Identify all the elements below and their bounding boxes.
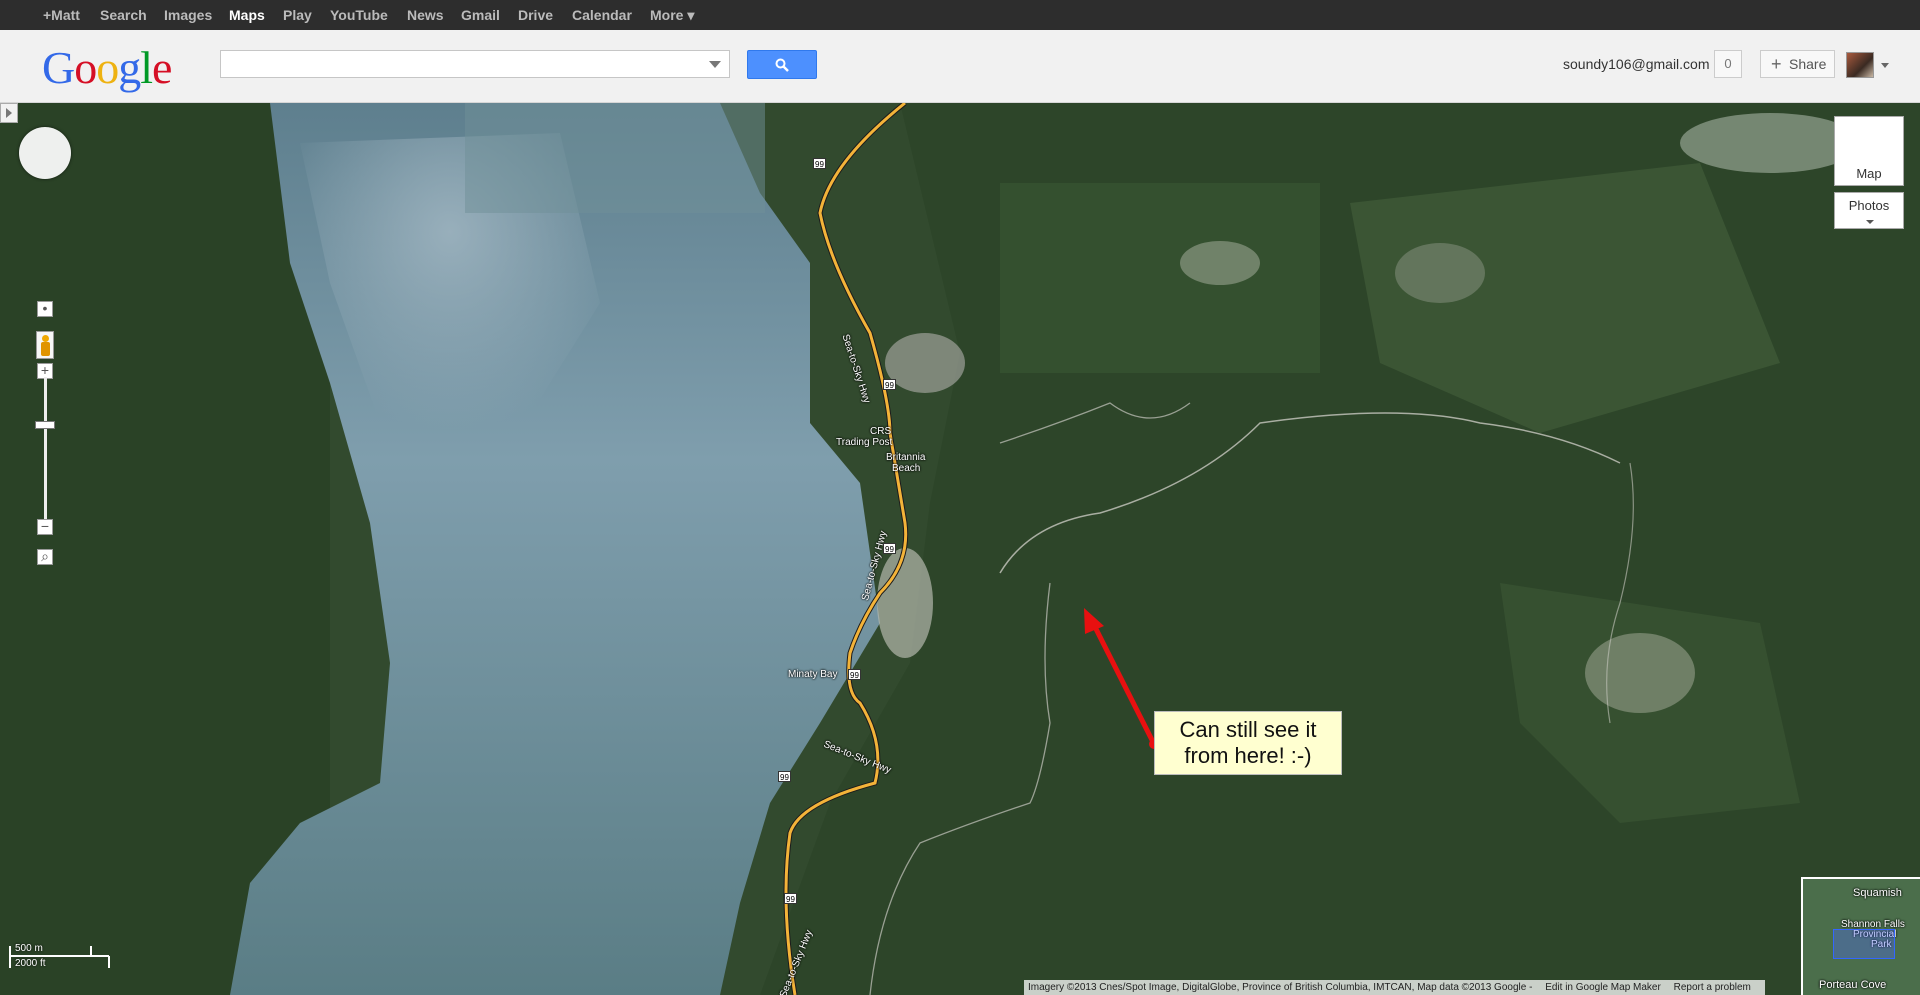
scale-bar: 500 m 2000 ft (9, 941, 110, 971)
search-input[interactable] (221, 51, 713, 77)
gbar-more[interactable]: More ▾ (650, 7, 694, 24)
gbar-plus-matt[interactable]: +Matt (43, 7, 80, 23)
share-label: Share (1789, 56, 1827, 72)
pan-control[interactable] (19, 127, 71, 179)
scale-metric: 500 m (15, 943, 43, 954)
zoom-out-button[interactable]: − (37, 519, 53, 535)
place-label-crs[interactable]: CRS (870, 426, 891, 437)
avatar-dropdown-icon[interactable] (1881, 63, 1889, 68)
place-label-minaty-bay[interactable]: Minaty Bay (788, 669, 837, 680)
overview-viewport[interactable] (1833, 929, 1895, 959)
gbar-search[interactable]: Search (100, 7, 147, 23)
maptype-photos-label: Photos (1848, 198, 1890, 213)
notification-count[interactable]: 0 (1714, 50, 1742, 78)
edit-map-maker-link[interactable]: Edit in Google Map Maker (1545, 982, 1661, 993)
highway-shield: 99 (784, 893, 797, 904)
map-footer: Imagery ©2013 Cnes/Spot Image, DigitalGl… (1024, 980, 1765, 995)
report-problem-link[interactable]: Report a problem (1674, 982, 1751, 993)
maptype-map-button[interactable]: Map (1834, 116, 1904, 186)
chevron-down-icon (1866, 220, 1874, 224)
gbar-images[interactable]: Images (164, 7, 212, 23)
scale-imperial: 2000 ft (15, 958, 46, 969)
map-canvas[interactable]: • + − ⌕ Map Photos CRS Trading Post Brit… (0, 103, 1920, 995)
attribution-text: Imagery ©2013 Cnes/Spot Image, DigitalGl… (1028, 982, 1533, 993)
overview-label-squamish: Squamish (1853, 887, 1902, 899)
zoom-slider-track[interactable] (44, 377, 47, 527)
gbar-drive[interactable]: Drive (518, 7, 553, 23)
annotation-line-1: Can still see it (1179, 717, 1317, 742)
highway-shield: 99 (883, 379, 896, 390)
gbar-maps[interactable]: Maps (229, 7, 265, 23)
search-icon (775, 58, 789, 72)
zoom-magnifier-icon[interactable]: ⌕ (37, 549, 53, 565)
google-logo[interactable]: Google (42, 43, 172, 93)
zoom-reset-icon[interactable]: • (37, 301, 53, 317)
avatar[interactable] (1846, 52, 1874, 78)
place-label-beach[interactable]: Beach (892, 463, 920, 474)
gbar-news[interactable]: News (407, 7, 444, 23)
search-button[interactable] (747, 50, 817, 79)
search-box[interactable] (220, 50, 730, 78)
highway-shield: 99 (778, 771, 791, 782)
annotation-callout: Can still see it from here! :-) (1154, 711, 1342, 775)
header: Google soundy106@gmail.com 0 + Share (0, 30, 1920, 103)
place-label-trading-post[interactable]: Trading Post (836, 437, 892, 448)
maptype-photos-button[interactable]: Photos (1834, 192, 1904, 229)
overview-map[interactable]: Squamish Shannon Falls Provincial Park P… (1801, 877, 1920, 995)
google-bar: +Matt Search Images Maps Play YouTube Ne… (0, 0, 1920, 31)
search-dropdown-icon[interactable] (709, 61, 721, 68)
account-email[interactable]: soundy106@gmail.com (1563, 56, 1710, 72)
zoom-slider-thumb[interactable] (35, 421, 55, 429)
maptype-map-label: Map (1856, 166, 1882, 181)
overview-label-porteau-cove: Porteau Cove (1819, 979, 1887, 991)
highway-shield: 99 (883, 543, 896, 554)
annotation-line-2: from here! :-) (1184, 743, 1312, 768)
highway-shield: 99 (848, 669, 861, 680)
plus-icon: + (1771, 54, 1782, 74)
share-button[interactable]: + Share (1760, 50, 1835, 78)
gbar-calendar[interactable]: Calendar (572, 7, 632, 23)
pegman-icon[interactable] (36, 331, 54, 359)
side-panel-toggle[interactable] (0, 103, 18, 123)
gbar-youtube[interactable]: YouTube (330, 7, 388, 23)
highway-shield: 99 (813, 158, 826, 169)
gbar-gmail[interactable]: Gmail (461, 7, 500, 23)
satellite-imagery (0, 103, 1920, 995)
gbar-play[interactable]: Play (283, 7, 312, 23)
place-label-britannia[interactable]: Britannia (886, 452, 925, 463)
